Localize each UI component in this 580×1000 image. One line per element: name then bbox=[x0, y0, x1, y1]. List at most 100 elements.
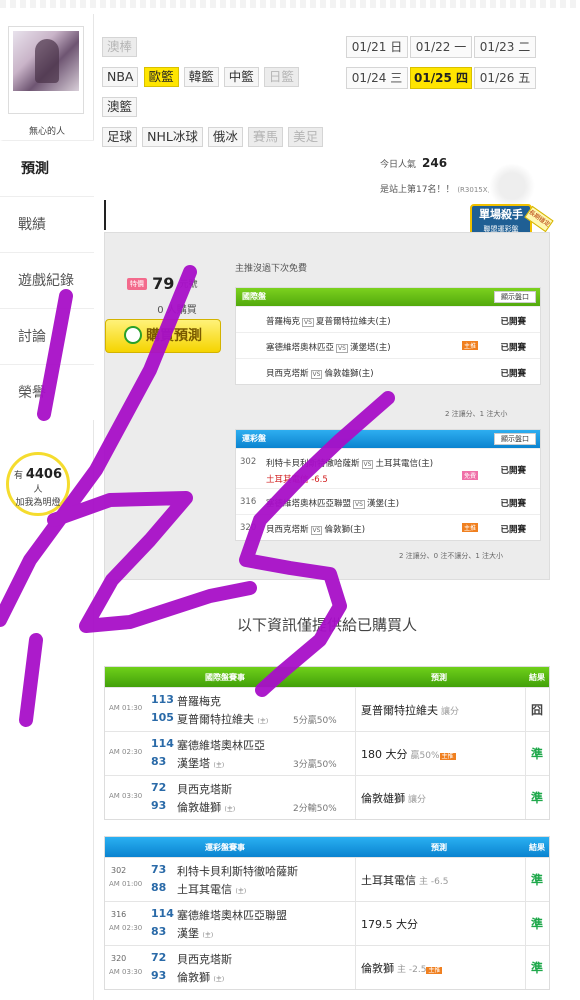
date-tab[interactable]: 01/23 二 bbox=[474, 36, 536, 58]
result-mark: 準 bbox=[531, 873, 544, 887]
team-b-name: 倫敦獅 bbox=[177, 971, 210, 984]
match-status: 已開賽 bbox=[500, 369, 526, 379]
matchup: 貝西克塔斯 VS 倫敦獅(主) bbox=[266, 523, 365, 535]
league-tab[interactable]: 澳棒 bbox=[102, 37, 138, 57]
lottery-detail-row: 320 AM 03:30 72 貝西克塔斯 93 倫敦獅 (主) 倫敦獅主 -2.5 主推準 bbox=[105, 945, 549, 989]
prediction-pick: 倫敦雄獅 bbox=[361, 792, 405, 805]
result-mark: 囧 bbox=[531, 703, 544, 717]
league-tab[interactable]: 中籃 bbox=[223, 67, 259, 87]
game-number: 316 bbox=[240, 497, 257, 507]
matchup: 利特卡貝利斯特徹哈薩斯 VS 土耳其電信(主) bbox=[266, 457, 433, 469]
fans-count: 4406 bbox=[25, 467, 63, 482]
team-b: 土耳其電信(主) bbox=[375, 459, 434, 469]
team-b-name: 漢堡塔 bbox=[177, 757, 210, 770]
home-mark: (主) bbox=[257, 718, 269, 725]
team-b-name: 土耳其電信 bbox=[177, 883, 232, 896]
league-tab[interactable]: 賽馬 bbox=[248, 127, 284, 147]
team-a: 利特卡貝利斯特徹哈薩斯 bbox=[266, 459, 360, 469]
team-a: 塞德維塔奧林匹亞 bbox=[266, 343, 335, 353]
team-b: 土耳其電信 (主) bbox=[177, 881, 246, 897]
lottery-summary-stats: 2 注讓分、0 注不讓分、1 注大小 bbox=[399, 552, 504, 560]
team-a: 普羅梅克 bbox=[177, 695, 221, 708]
vs-icon: VS bbox=[310, 370, 323, 379]
game-time: AM 03:30 bbox=[109, 968, 143, 976]
date-tab[interactable]: 01/24 三 bbox=[346, 67, 408, 89]
date-tab[interactable]: 01/22 一 bbox=[410, 36, 472, 58]
prediction-line: 主 -6.5 bbox=[419, 877, 449, 887]
team-b-number: 93 bbox=[151, 799, 167, 812]
team-b: 漢堡(主) bbox=[366, 499, 400, 509]
fans-badge[interactable]: 有 4406 人 加我為明燈 bbox=[6, 452, 70, 516]
intl-col-game: 國際盤賽事 bbox=[205, 673, 245, 682]
team-a-number: 114 bbox=[151, 907, 174, 920]
intl-summary-row: 貝西克塔斯 VS 倫敦雄獅(主) 已開賽 bbox=[236, 358, 540, 384]
team-a-number: 73 bbox=[151, 863, 167, 876]
nav-record[interactable]: 戰績 bbox=[0, 196, 94, 252]
lottery-col-game: 運彩盤賽事 bbox=[205, 843, 245, 852]
intl-summary-title: 國際盤 bbox=[242, 292, 266, 301]
league-tab[interactable]: 歐籃 bbox=[143, 67, 179, 87]
date-tab[interactable]: 01/25 四 bbox=[410, 67, 472, 89]
game-time: AM 01:00 bbox=[109, 880, 143, 888]
show-lines-button[interactable]: 顯示盤口 bbox=[494, 433, 536, 445]
buy-prediction-button[interactable]: 購買預測 bbox=[105, 319, 221, 353]
league-tab[interactable]: 足球 bbox=[102, 127, 138, 147]
main-pick-tag: 主推 bbox=[439, 752, 456, 760]
date-tab[interactable]: 01/26 五 bbox=[474, 67, 536, 89]
intl-summary-stats: 2 注讓分、1 注大小 bbox=[445, 410, 508, 418]
game-number: 320 bbox=[111, 954, 127, 963]
team-b-number: 88 bbox=[151, 881, 167, 894]
prediction: 土耳其電信主 -6.5 bbox=[361, 872, 448, 888]
lottery-summary-table: 運彩盤 顯示盤口 302 利特卡貝利斯特徹哈薩斯 VS 土耳其電信(主) 土耳其電信 -6… bbox=[235, 429, 541, 541]
price-unit: 元號 bbox=[179, 280, 198, 290]
league-tab[interactable]: 美足 bbox=[288, 127, 324, 147]
nav-game-history[interactable]: 遊戲紀錄 bbox=[0, 252, 94, 308]
lottery-col-result: 結果 bbox=[529, 843, 545, 852]
matchup: 塞德維塔奧林匹亞聯盟 VS 漢堡(主) bbox=[266, 497, 399, 509]
league-tab[interactable]: NBA bbox=[102, 67, 139, 87]
show-lines-button[interactable]: 顯示盤口 bbox=[494, 291, 536, 303]
matchup: 普羅梅克 VS 夏普爾特拉維夫(主) bbox=[266, 315, 391, 327]
game-time: AM 01:30 bbox=[109, 704, 143, 712]
prediction: 倫敦獅主 -2.5 主推 bbox=[361, 960, 443, 976]
next-free-note: 主推沒過下次免費 bbox=[235, 264, 308, 274]
league-tab[interactable]: 俄冰 bbox=[207, 127, 243, 147]
vs-icon: VS bbox=[353, 500, 365, 509]
coin-icon bbox=[124, 326, 142, 344]
league-tab[interactable]: NHL冰球 bbox=[142, 127, 203, 147]
team-a-number: 72 bbox=[151, 781, 167, 794]
buy-button-label: 購買預測 bbox=[146, 328, 202, 344]
game-number: 302 bbox=[111, 866, 127, 875]
nav-honor[interactable]: 榮譽 bbox=[0, 364, 94, 420]
team-b: 漢堡 (主) bbox=[177, 925, 213, 941]
lottery-summary-title: 運彩盤 bbox=[242, 434, 266, 443]
team-a: 普羅梅克 bbox=[266, 317, 301, 327]
vs-icon: VS bbox=[336, 344, 348, 353]
team-b: 倫敦雄獅(主) bbox=[324, 369, 374, 379]
date-tab[interactable]: 01/21 日 bbox=[346, 36, 408, 58]
prediction: 倫敦雄獅 讓分 bbox=[361, 790, 426, 806]
team-a-number: 72 bbox=[151, 951, 167, 964]
vs-icon: VS bbox=[310, 526, 323, 535]
league-tab[interactable]: 日籃 bbox=[263, 67, 299, 87]
rank-label: 是站上第17名！！ bbox=[380, 185, 455, 195]
prediction-line: 主 -2.5 bbox=[397, 965, 427, 975]
nav-predict[interactable]: 預測 bbox=[0, 140, 94, 196]
intl-summary-row: 塞德維塔奧林匹亞 VS 漢堡塔(主) 主推 已開賽 bbox=[236, 332, 540, 358]
nav-discussion[interactable]: 討論 bbox=[0, 308, 94, 364]
handicap-record: 5分贏50% bbox=[293, 716, 337, 726]
team-b: 倫敦雄獅 (主) bbox=[177, 799, 235, 815]
intl-detail-table: 國際盤賽事 預測 結果 AM 01:30 113 普羅梅克 105 夏普爾特拉維夫 (主… bbox=[104, 666, 550, 820]
handicap-record: 3分贏50% bbox=[293, 760, 337, 770]
intl-detail-row: AM 01:30 113 普羅梅克 105 夏普爾特拉維夫 (主) 5分贏50% 夏普爾特拉… bbox=[105, 687, 549, 731]
popularity: 今日人氣 246 bbox=[380, 156, 447, 170]
league-tab[interactable]: 韓籃 bbox=[183, 67, 219, 87]
lottery-detail-row: 302 AM 01:00 73 利特卡貝利斯特徹哈薩斯 88 土耳其電信 (主) 土耳其電信… bbox=[105, 857, 549, 901]
lottery-summary-row: 320 貝西克塔斯 VS 倫敦獅(主) 主推 已開賽 bbox=[236, 514, 540, 540]
avatar[interactable] bbox=[8, 26, 84, 114]
lottery-summary-header: 運彩盤 顯示盤口 bbox=[236, 430, 540, 448]
league-filter: 澳棒 NBA 歐籃 韓籃 中籃 日籃澳籃足球 NHL冰球 俄冰 賽馬 美足 bbox=[102, 36, 332, 156]
vs-icon: VS bbox=[302, 318, 314, 327]
league-tab[interactable]: 澳籃 bbox=[102, 97, 138, 117]
team-b: 倫敦獅 (主) bbox=[177, 969, 224, 985]
